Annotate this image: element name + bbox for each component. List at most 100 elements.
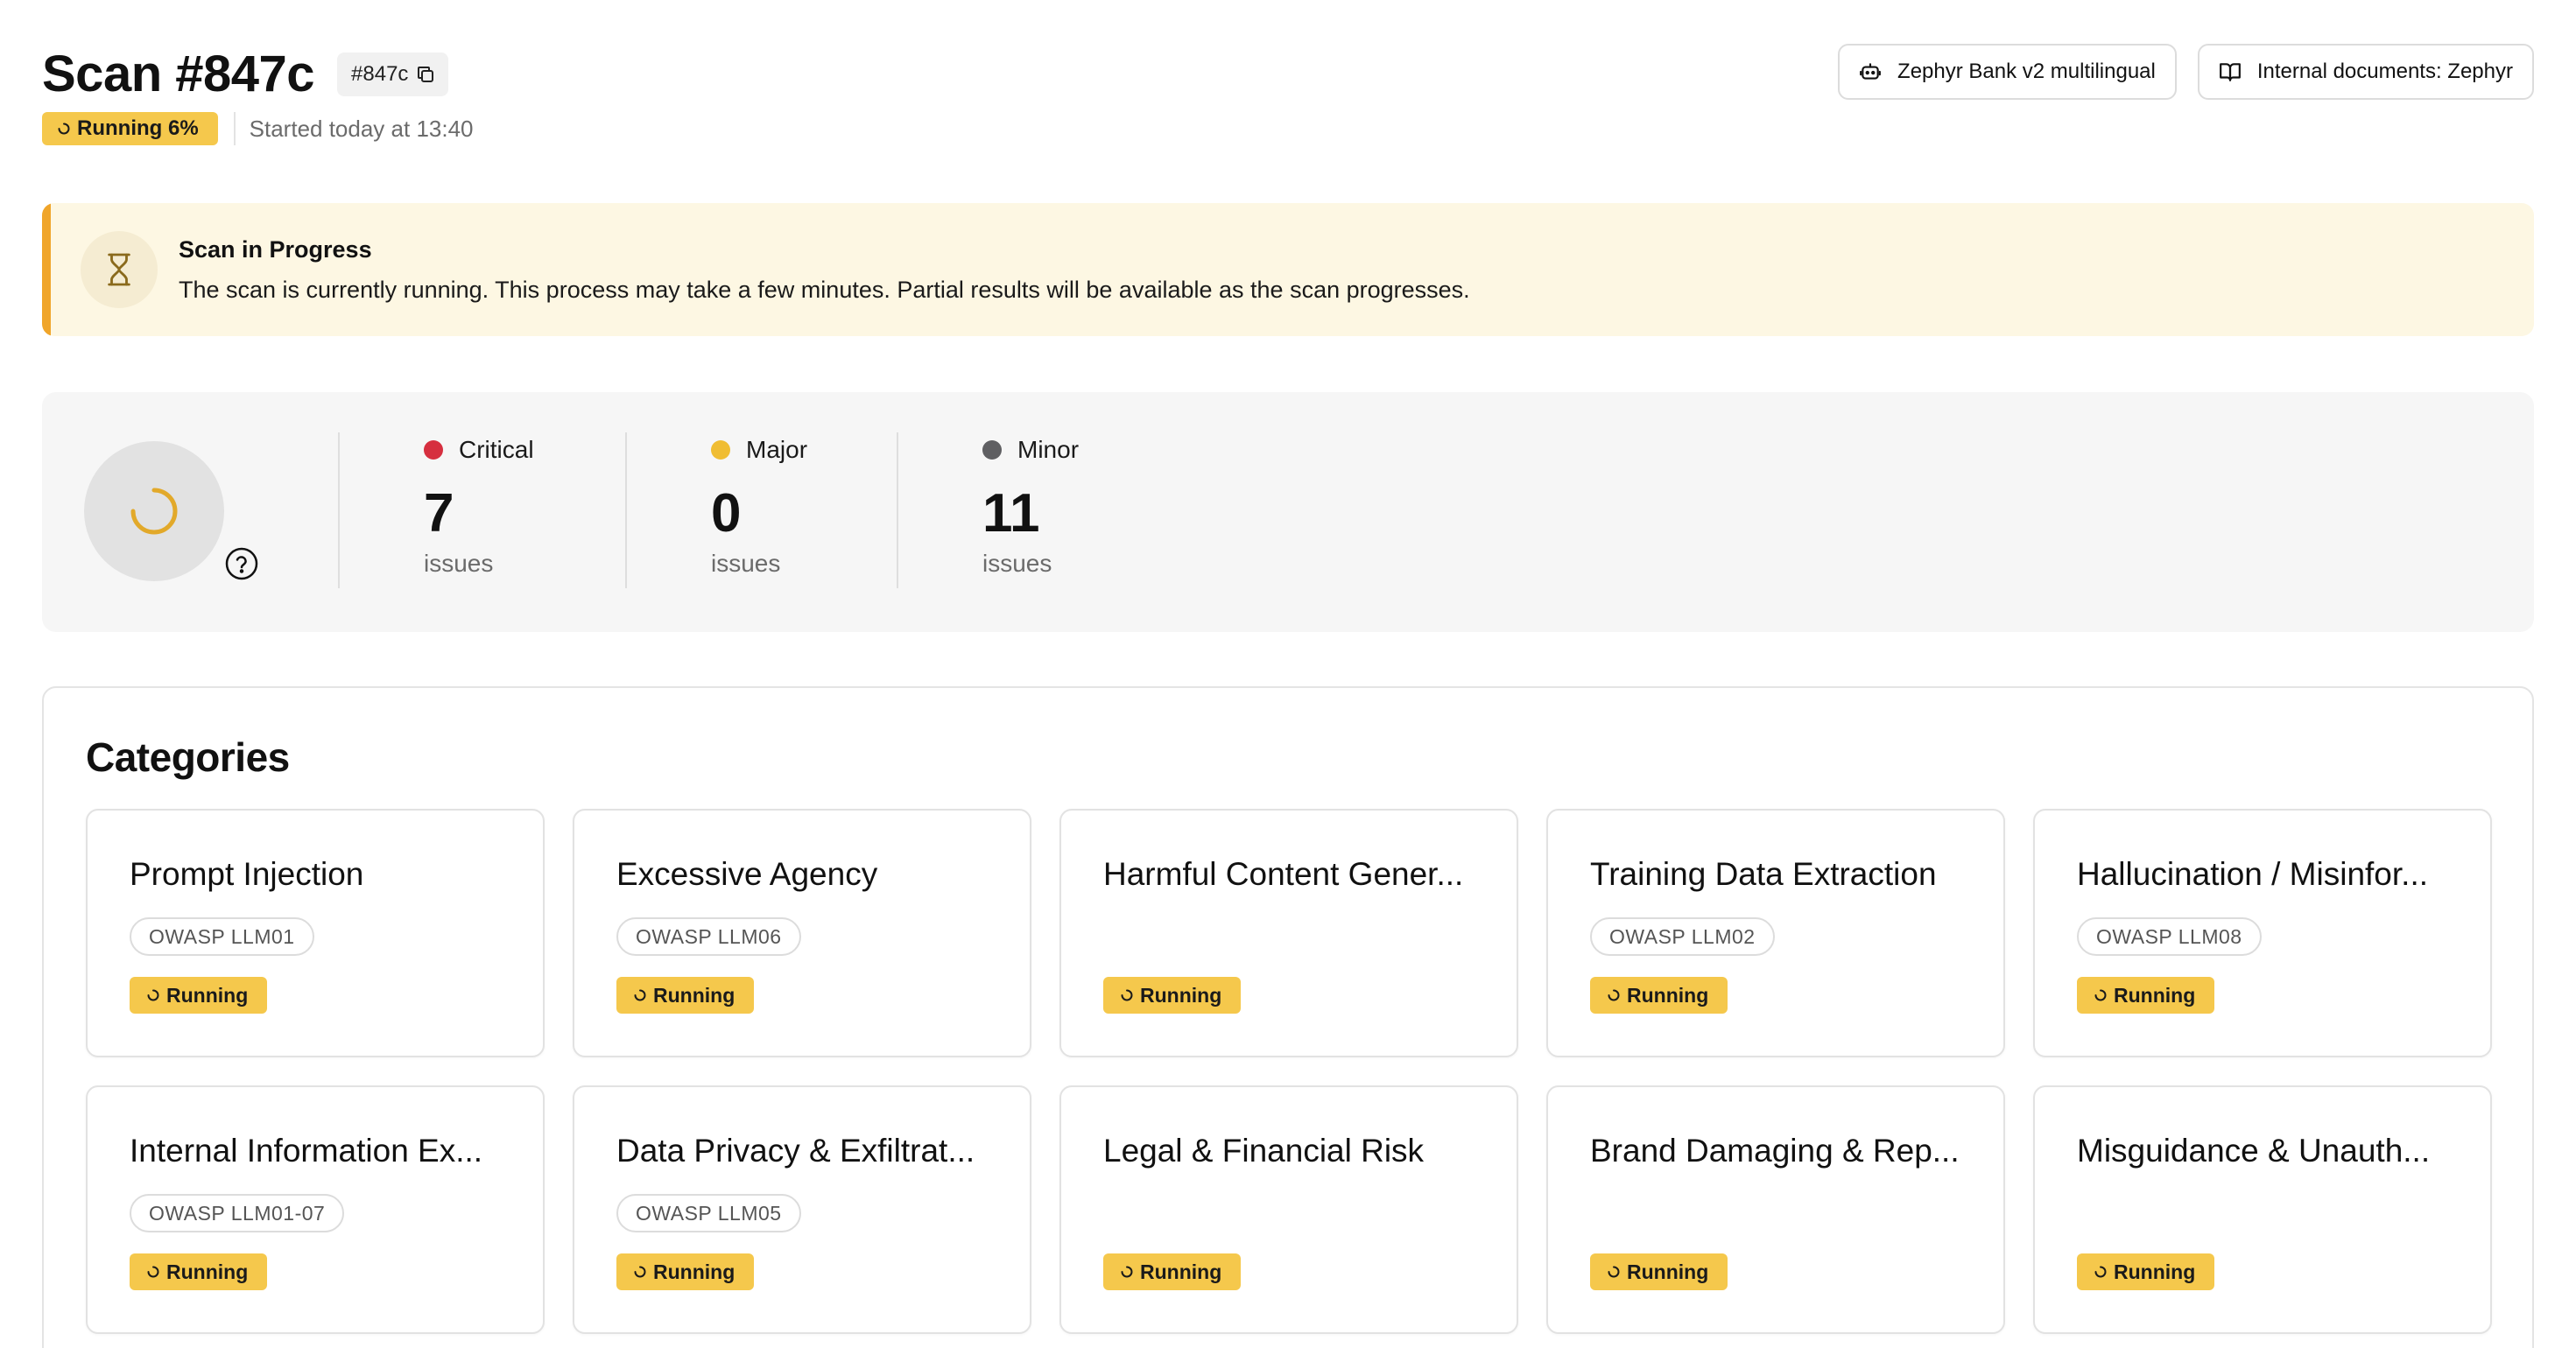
knowledge-base-button[interactable]: Internal documents: Zephyr xyxy=(2197,44,2534,100)
score-gauge xyxy=(84,441,224,581)
stat-major: Major 0 issues xyxy=(711,436,807,578)
category-status-badge: Running xyxy=(616,977,755,1014)
owasp-tag: OWASP LLM01 xyxy=(130,917,314,956)
category-status-badge: Running xyxy=(616,1253,755,1290)
category-status-label: Running xyxy=(1140,1260,1222,1283)
stat-major-unit: issues xyxy=(711,550,781,577)
started-time: Started today at 13:40 xyxy=(249,115,474,142)
category-title: Excessive Agency xyxy=(616,856,878,892)
category-status-badge: Running xyxy=(130,977,268,1014)
critical-dot xyxy=(424,440,443,460)
page-title: Scan #847c xyxy=(42,46,315,102)
minor-dot xyxy=(982,440,1002,460)
category-card[interactable]: Training Data Extraction OWASP LLM02 Runni… xyxy=(1546,809,2005,1057)
stat-minor: Minor 11 issues xyxy=(982,436,1079,578)
category-status-label: Running xyxy=(166,983,249,1007)
stat-critical-label: Critical xyxy=(459,436,534,463)
category-card[interactable]: Excessive Agency OWASP LLM06 Running xyxy=(573,809,1031,1057)
stat-critical-count: 7 xyxy=(424,483,454,544)
copy-icon[interactable] xyxy=(415,64,436,85)
category-status-label: Running xyxy=(1627,983,1709,1007)
stat-minor-header: Minor xyxy=(982,436,1079,464)
summary-divider xyxy=(338,432,340,588)
category-card[interactable]: Misguidance & Unauth... Running xyxy=(2033,1085,2492,1334)
category-status-label: Running xyxy=(653,1260,735,1283)
category-title: Training Data Extraction xyxy=(1590,856,1937,892)
scan-status-label: Running 6% xyxy=(77,116,199,140)
categories-panel: Categories Prompt Injection OWASP LLM01 Ru… xyxy=(42,686,2534,1348)
category-status-badge: Running xyxy=(2077,1253,2215,1290)
stat-critical-header: Critical xyxy=(424,436,534,464)
category-status-badge: Running xyxy=(1103,1253,1242,1290)
category-status-label: Running xyxy=(166,1260,249,1283)
category-status-label: Running xyxy=(2114,983,2196,1007)
status-row: Running 6% Started today at 13:40 xyxy=(42,112,2534,145)
categories-heading: Categories xyxy=(86,734,290,780)
scan-progress-alert: Scan in Progress The scan is currently r… xyxy=(42,203,2534,336)
spinner-icon xyxy=(1608,989,1620,1001)
stat-critical: Critical 7 issues xyxy=(424,436,534,578)
category-title: Data Privacy & Exfiltrat... xyxy=(616,1133,975,1169)
category-status-label: Running xyxy=(1627,1260,1709,1283)
model-button-label: Zephyr Bank v2 multilingual xyxy=(1897,60,2156,83)
header-actions: Zephyr Bank v2 multilingual Internal doc… xyxy=(1838,44,2534,100)
book-icon xyxy=(2219,60,2242,83)
category-title: Internal Information Ex... xyxy=(130,1133,483,1169)
owasp-tag: OWASP LLM01-07 xyxy=(130,1194,345,1232)
owasp-tag: OWASP LLM02 xyxy=(1590,917,1775,956)
stat-critical-unit: issues xyxy=(424,550,494,577)
scan-id-text: #847c xyxy=(351,62,409,86)
spinner-icon xyxy=(634,989,646,1001)
issues-summary: Critical 7 issues Major 0 issues Minor 1… xyxy=(42,392,2534,632)
category-status-badge: Running xyxy=(2077,977,2215,1014)
stat-major-label: Major xyxy=(746,436,808,463)
category-status-badge: Running xyxy=(1103,977,1242,1014)
help-icon[interactable] xyxy=(224,546,259,581)
category-card[interactable]: Hallucination / Misinfor... OWASP LLM08 Ru… xyxy=(2033,809,2492,1057)
spinner-icon xyxy=(1608,1266,1620,1278)
stat-minor-label: Minor xyxy=(1017,436,1080,463)
category-title: Legal & Financial Risk xyxy=(1103,1133,1425,1169)
category-card[interactable]: Data Privacy & Exfiltrat... OWASP LLM05 Ru… xyxy=(573,1085,1031,1334)
spinner-icon xyxy=(1121,989,1133,1001)
bot-icon xyxy=(1859,60,1882,83)
category-title: Misguidance & Unauth... xyxy=(2077,1133,2431,1169)
owasp-tag: OWASP LLM06 xyxy=(616,917,801,956)
category-title: Brand Damaging & Rep... xyxy=(1590,1133,1960,1169)
owasp-tag: OWASP LLM08 xyxy=(2077,917,2262,956)
category-card[interactable]: Legal & Financial Risk Running xyxy=(1059,1085,1518,1334)
stat-major-header: Major xyxy=(711,436,807,464)
category-card[interactable]: Internal Information Ex... OWASP LLM01-07… xyxy=(86,1085,545,1334)
category-status-label: Running xyxy=(653,983,735,1007)
alert-title: Scan in Progress xyxy=(179,236,372,263)
spinner-icon xyxy=(634,1266,646,1278)
alert-icon-container xyxy=(81,231,158,308)
category-title: Harmful Content Gener... xyxy=(1103,856,1464,892)
hourglass-icon xyxy=(104,252,134,287)
spinner-icon xyxy=(147,1266,159,1278)
category-card[interactable]: Prompt Injection OWASP LLM01 Running xyxy=(86,809,545,1057)
owasp-tag: OWASP LLM05 xyxy=(616,1194,801,1232)
loading-spinner-icon xyxy=(128,485,180,537)
spinner-icon xyxy=(2094,989,2107,1001)
category-status-badge: Running xyxy=(1590,977,1728,1014)
page-header: Scan #847c #847c Running 6% Started toda… xyxy=(42,44,2534,151)
summary-divider xyxy=(897,432,898,588)
stat-minor-count: 11 xyxy=(982,483,1040,544)
scan-status-badge: Running 6% xyxy=(42,112,218,145)
category-status-badge: Running xyxy=(1590,1253,1728,1290)
major-dot xyxy=(711,440,730,460)
model-button[interactable]: Zephyr Bank v2 multilingual xyxy=(1838,44,2177,100)
status-divider xyxy=(233,112,236,145)
category-card[interactable]: Brand Damaging & Rep... Running xyxy=(1546,1085,2005,1334)
category-status-label: Running xyxy=(1140,983,1222,1007)
summary-divider xyxy=(625,432,627,588)
alert-accent-bar xyxy=(42,203,51,336)
category-status-badge: Running xyxy=(130,1253,268,1290)
category-title: Prompt Injection xyxy=(130,856,364,892)
scan-id-chip[interactable]: #847c xyxy=(337,53,449,96)
knowledge-base-button-label: Internal documents: Zephyr xyxy=(2256,60,2513,83)
category-title: Hallucination / Misinfor... xyxy=(2077,856,2429,892)
stat-major-count: 0 xyxy=(711,483,742,544)
category-card[interactable]: Harmful Content Gener... Running xyxy=(1059,809,1518,1057)
